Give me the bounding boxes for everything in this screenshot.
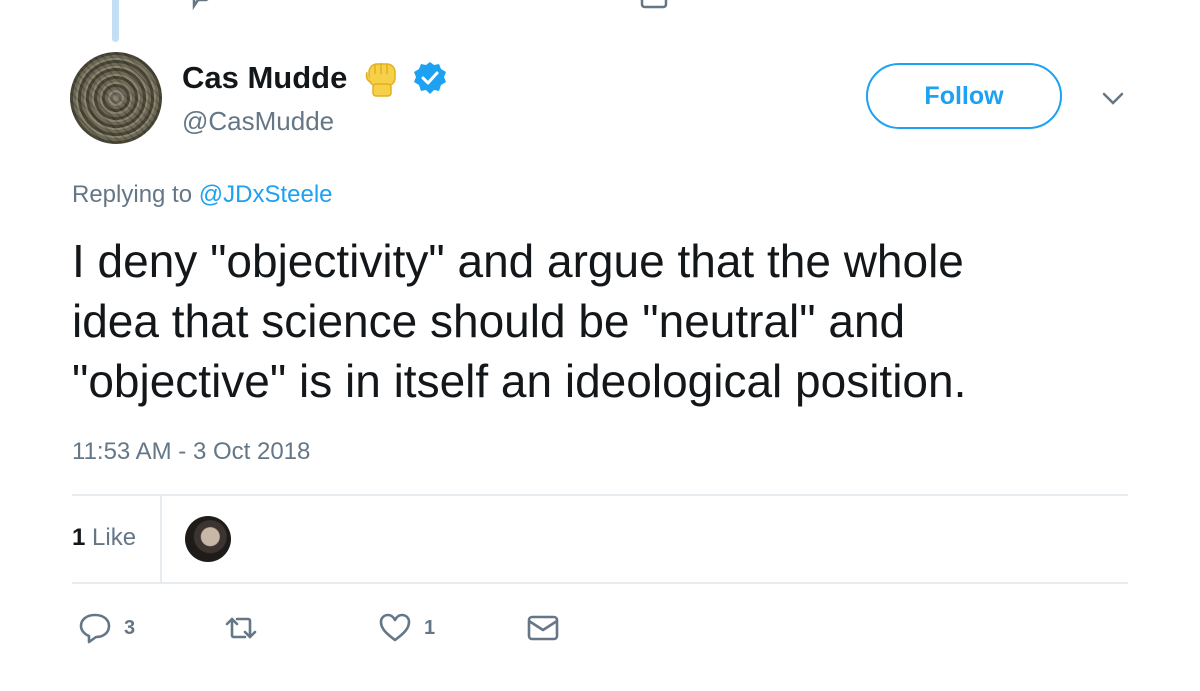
replying-to-line: Replying to @JDxSteele — [72, 181, 333, 209]
heart-icon — [379, 613, 411, 642]
liker-avatar[interactable] — [185, 516, 231, 562]
user-handle[interactable]: @CasMudde — [182, 106, 334, 137]
likes-separator — [160, 496, 162, 582]
author-name-row: Cas Mudde — [182, 58, 447, 98]
heart-icon[interactable] — [494, 0, 522, 10]
like-action[interactable]: 1 — [378, 608, 435, 648]
chevron-down-icon[interactable] — [1100, 90, 1126, 108]
tweet-timestamp[interactable]: 11:53 AM - 3 Oct 2018 — [72, 438, 310, 466]
likes-count[interactable]: 1 Like — [72, 524, 136, 552]
envelope-icon — [527, 615, 559, 641]
retweet-icon[interactable] — [338, 0, 368, 10]
retweet-icon — [225, 617, 257, 639]
avatar[interactable] — [70, 52, 162, 144]
reply-icon[interactable] — [188, 0, 216, 10]
raised-fist-icon — [361, 58, 403, 98]
reply-count: 3 — [124, 616, 136, 639]
reply-action[interactable]: 3 — [78, 608, 135, 648]
verified-badge-icon — [413, 61, 447, 95]
tweet-actions: 3 1 — [72, 608, 592, 648]
replying-prefix: Replying to — [72, 181, 193, 208]
thread-connector-line — [112, 0, 119, 42]
follow-button[interactable]: Follow — [866, 63, 1062, 129]
likes-count-label: Like — [92, 524, 137, 551]
display-name[interactable]: Cas Mudde — [182, 60, 347, 96]
retweet-action[interactable] — [224, 608, 270, 648]
tweet-text-line: "objective" is in itself an ideological … — [72, 355, 967, 407]
likes-stats: 1 Like — [72, 496, 1128, 582]
tweet-text-line: idea that science should be "neutral" an… — [72, 295, 906, 347]
tweet-text-line: I deny "objectivity" and argue that the … — [72, 235, 964, 287]
dm-action[interactable] — [526, 608, 560, 648]
reply-icon — [79, 613, 111, 644]
replying-mention-link[interactable]: @JDxSteele — [199, 181, 333, 208]
like-count: 1 — [424, 616, 436, 639]
tweet-text: I deny "objectivity" and argue that the … — [72, 231, 1182, 411]
divider — [72, 582, 1128, 584]
envelope-icon[interactable] — [640, 0, 668, 10]
likes-count-number: 1 — [72, 524, 86, 551]
